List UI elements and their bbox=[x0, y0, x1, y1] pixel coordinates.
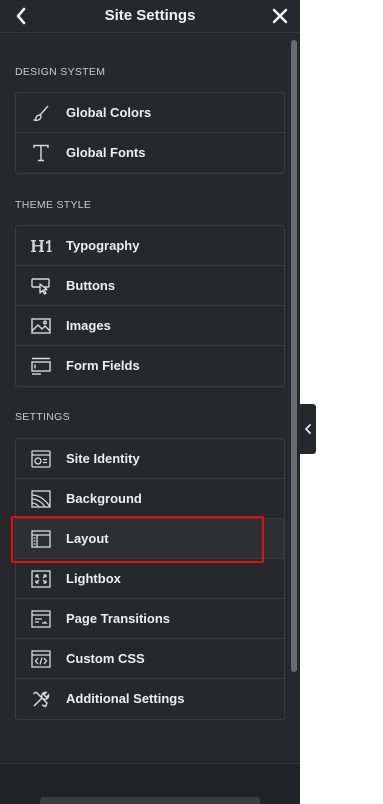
menu-item-label: Additional Settings bbox=[66, 691, 185, 706]
site-settings-panel: Site Settings DESIGN SYSTEM Global Color… bbox=[0, 0, 300, 804]
settings-group: Site Identity Background Layout Lightbox… bbox=[15, 438, 285, 720]
form-field-icon bbox=[30, 356, 52, 376]
section-title-design-system: DESIGN SYSTEM bbox=[15, 66, 106, 78]
menu-item-page-transitions[interactable]: Page Transitions bbox=[16, 599, 284, 639]
menu-item-buttons[interactable]: Buttons bbox=[16, 266, 284, 306]
lightbox-icon bbox=[30, 569, 52, 589]
design-system-group: Global Colors Global Fonts bbox=[15, 92, 285, 174]
menu-item-label: Global Fonts bbox=[66, 145, 146, 160]
collapse-panel-tab[interactable] bbox=[300, 404, 316, 454]
panel-footer bbox=[0, 763, 300, 804]
panel-title: Site Settings bbox=[104, 7, 196, 24]
menu-item-label: Lightbox bbox=[66, 571, 121, 586]
close-icon[interactable] bbox=[270, 6, 290, 26]
background-icon bbox=[30, 489, 52, 509]
theme-style-group: Typography Buttons Images Form Fields bbox=[15, 225, 285, 387]
page-transitions-icon bbox=[30, 609, 52, 629]
menu-item-custom-css[interactable]: Custom CSS bbox=[16, 639, 284, 679]
menu-item-label: Form Fields bbox=[66, 358, 140, 373]
section-title-theme-style: THEME STYLE bbox=[15, 199, 92, 211]
tools-icon bbox=[30, 689, 52, 709]
footer-button[interactable] bbox=[40, 797, 260, 804]
panel-header: Site Settings bbox=[0, 0, 300, 33]
menu-item-label: Layout bbox=[66, 531, 109, 546]
paint-brush-icon bbox=[30, 103, 52, 123]
panel-scrollbar[interactable] bbox=[291, 40, 297, 672]
menu-item-lightbox[interactable]: Lightbox bbox=[16, 559, 284, 599]
menu-item-label: Background bbox=[66, 491, 142, 506]
text-t-icon bbox=[30, 143, 52, 163]
menu-item-form-fields[interactable]: Form Fields bbox=[16, 346, 284, 386]
image-icon bbox=[30, 316, 52, 336]
menu-item-label: Buttons bbox=[66, 278, 116, 293]
menu-item-layout[interactable]: Layout bbox=[16, 519, 284, 559]
menu-item-background[interactable]: Background bbox=[16, 479, 284, 519]
menu-item-site-identity[interactable]: Site Identity bbox=[16, 439, 284, 479]
chevron-left-icon bbox=[305, 424, 311, 434]
menu-item-typography[interactable]: Typography bbox=[16, 226, 284, 266]
layout-icon bbox=[30, 529, 52, 549]
section-title-settings: SETTINGS bbox=[15, 411, 70, 423]
menu-item-additional-settings[interactable]: Additional Settings bbox=[16, 679, 284, 719]
menu-item-global-colors[interactable]: Global Colors bbox=[16, 93, 284, 133]
button-cursor-icon bbox=[30, 276, 52, 296]
menu-item-images[interactable]: Images bbox=[16, 306, 284, 346]
menu-item-label: Global Colors bbox=[66, 105, 152, 120]
menu-item-label: Custom CSS bbox=[66, 651, 145, 666]
menu-item-label: Typography bbox=[66, 238, 140, 253]
code-icon bbox=[30, 649, 52, 669]
site-identity-icon bbox=[30, 449, 52, 469]
menu-item-label: Images bbox=[66, 318, 111, 333]
heading-h1-icon bbox=[30, 236, 52, 256]
menu-item-label: Site Identity bbox=[66, 451, 140, 466]
menu-item-label: Page Transitions bbox=[66, 611, 171, 626]
menu-item-global-fonts[interactable]: Global Fonts bbox=[16, 133, 284, 173]
